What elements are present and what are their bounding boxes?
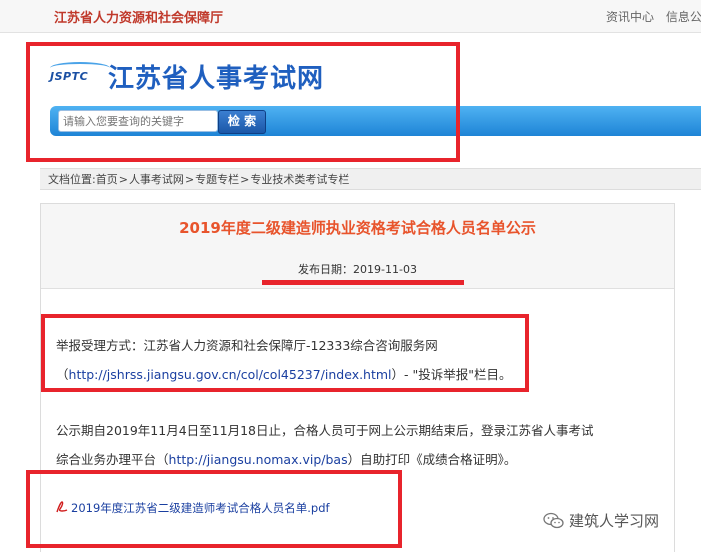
breadcrumb: 文档位置:首页>人事考试网>专题专栏>专业技术类考试专栏 xyxy=(40,168,701,190)
breadcrumb-home[interactable]: 首页 xyxy=(96,173,118,186)
article-header: 2019年度二级建造师执业资格考试合格人员名单公示 发布日期：2019-11-0… xyxy=(41,204,674,289)
nav-item-news[interactable]: 资讯中心 xyxy=(606,10,654,24)
top-bar: 江苏省人力资源和社会保障厅 资讯中心 信息公开 xyxy=(0,0,701,33)
notice-url-link[interactable]: http://jiangsu.nomax.vip/bas xyxy=(169,452,348,467)
publish-date-value: 2019-11-03 xyxy=(353,263,417,276)
breadcrumb-special[interactable]: 专题专栏 xyxy=(195,173,239,186)
article-title: 2019年度二级建造师执业资格考试合格人员名单公示 xyxy=(179,219,536,237)
highlight-box-attachment xyxy=(26,470,402,548)
publish-date-label: 发布日期： xyxy=(298,263,354,276)
nav-item-info[interactable]: 信息公开 xyxy=(666,10,701,24)
highlight-underline-date xyxy=(262,280,464,285)
org-name[interactable]: 江苏省人力资源和社会保障厅 xyxy=(54,7,223,26)
breadcrumb-sep: > xyxy=(184,173,195,186)
breadcrumb-sep: > xyxy=(118,173,128,186)
watermark: 建筑人学习网 xyxy=(543,510,659,531)
notice-line-1: 公示期自2019年11月4日至11月18日止，合格人员可于网上公示期结束后，登录… xyxy=(56,423,594,438)
highlight-box-header xyxy=(26,42,460,162)
breadcrumb-sep: > xyxy=(240,173,250,186)
wechat-icon xyxy=(543,512,564,529)
breadcrumb-exam-site[interactable]: 人事考试网 xyxy=(129,173,184,186)
highlight-box-report xyxy=(41,314,529,392)
watermark-text: 建筑人学习网 xyxy=(569,512,660,530)
notice-head: 综合业务办理平台（ xyxy=(56,452,169,467)
breadcrumb-prefix: 文档位置: xyxy=(48,173,96,186)
publish-date: 发布日期：2019-11-03 xyxy=(41,261,674,277)
notice-tail: ）自助打印《成绩合格证明》。 xyxy=(347,452,517,467)
top-nav: 资讯中心 信息公开 xyxy=(606,8,701,25)
notice-line-2: 综合业务办理平台（http://jiangsu.nomax.vip/bas）自助… xyxy=(56,449,516,468)
breadcrumb-tech-exam[interactable]: 专业技术类考试专栏 xyxy=(250,173,349,186)
